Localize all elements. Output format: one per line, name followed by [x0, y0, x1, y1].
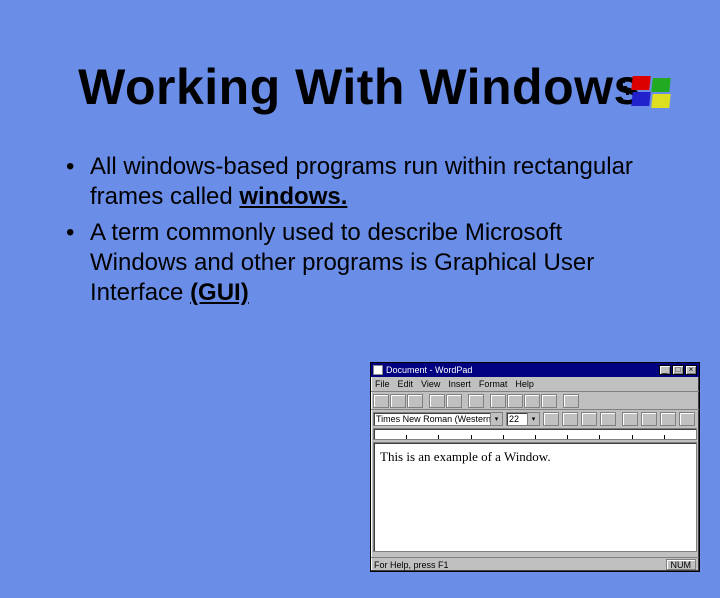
bullet-text: A term commonly used to describe Microso…	[90, 219, 594, 306]
find-button[interactable]	[468, 394, 484, 408]
align-center-button[interactable]	[641, 412, 657, 426]
menu-file[interactable]: File	[375, 379, 390, 389]
font-size-combo[interactable]: 22 ▾	[506, 412, 540, 426]
document-text: This is an example of a Window.	[380, 449, 551, 464]
underline-button[interactable]	[581, 412, 597, 426]
maximize-button[interactable]: □	[672, 365, 684, 375]
menu-help[interactable]: Help	[515, 379, 534, 389]
cut-button[interactable]	[490, 394, 506, 408]
ruler[interactable]	[373, 428, 697, 440]
close-button[interactable]: ×	[685, 365, 697, 375]
status-help-text: For Help, press F1	[374, 560, 449, 570]
statusbar: For Help, press F1 NUM	[371, 557, 699, 571]
bullet-underline: windows.	[239, 183, 347, 210]
bullet-item: A term commonly used to describe Microso…	[90, 218, 660, 308]
wordpad-window: Document - WordPad _ □ × File Edit View …	[370, 362, 700, 572]
align-right-button[interactable]	[660, 412, 676, 426]
titlebar[interactable]: Document - WordPad _ □ ×	[371, 363, 699, 377]
new-button[interactable]	[373, 394, 389, 408]
bullet-list: All windows-based programs run within re…	[90, 152, 660, 308]
window-title: Document - WordPad	[386, 365, 658, 375]
menubar: File Edit View Insert Format Help	[371, 377, 699, 391]
bullets-button[interactable]	[679, 412, 695, 426]
font-name-combo[interactable]: Times New Roman (Western) ▾	[373, 412, 503, 426]
windows-logo-icon	[632, 76, 680, 112]
menu-format[interactable]: Format	[479, 379, 508, 389]
standard-toolbar	[371, 391, 699, 409]
menu-insert[interactable]: Insert	[448, 379, 471, 389]
copy-button[interactable]	[507, 394, 523, 408]
color-button[interactable]	[600, 412, 616, 426]
bullet-text: All windows-based programs run within re…	[90, 153, 633, 210]
menu-view[interactable]: View	[421, 379, 440, 389]
chevron-down-icon: ▾	[490, 413, 502, 425]
preview-button[interactable]	[446, 394, 462, 408]
print-button[interactable]	[429, 394, 445, 408]
align-left-button[interactable]	[622, 412, 638, 426]
bold-button[interactable]	[543, 412, 559, 426]
italic-button[interactable]	[562, 412, 578, 426]
paste-button[interactable]	[524, 394, 540, 408]
bullet-underline: (GUI)	[190, 279, 249, 306]
bullet-item: All windows-based programs run within re…	[90, 152, 660, 212]
font-size-value: 22	[509, 414, 519, 424]
document-icon	[373, 365, 383, 375]
datetime-button[interactable]	[563, 394, 579, 408]
save-button[interactable]	[407, 394, 423, 408]
slide-title: Working With Windows	[0, 58, 720, 116]
menu-edit[interactable]: Edit	[398, 379, 414, 389]
chevron-down-icon: ▾	[527, 413, 539, 425]
minimize-button[interactable]: _	[659, 365, 671, 375]
document-area[interactable]: This is an example of a Window.	[373, 442, 697, 552]
font-name-value: Times New Roman (Western)	[376, 414, 494, 424]
undo-button[interactable]	[541, 394, 557, 408]
status-numlock: NUM	[666, 559, 697, 570]
open-button[interactable]	[390, 394, 406, 408]
format-toolbar: Times New Roman (Western) ▾ 22 ▾	[371, 409, 699, 427]
